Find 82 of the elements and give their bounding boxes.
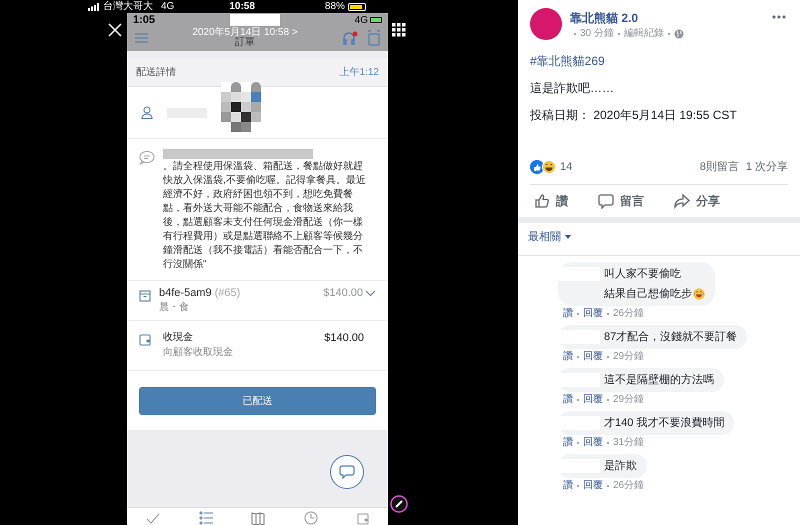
reply-link[interactable]: 回覆 (583, 438, 603, 448)
close-icon[interactable] (108, 23, 122, 37)
caret-icon (565, 234, 571, 239)
order-price: $140.00 (323, 288, 363, 299)
clock-time: 10:58 (229, 0, 255, 12)
phone-network: 4G (354, 14, 368, 28)
phone-battery-icon (370, 17, 382, 23)
redaction-block (230, 14, 280, 26)
comment-action-button[interactable]: 留言 (598, 192, 644, 210)
section-time: 上午1:12 (340, 66, 379, 80)
order-date: 2020年5月14日 10:58 > (192, 28, 298, 38)
grid-icon[interactable] (392, 23, 406, 37)
comment-time[interactable]: 29分鐘 (613, 395, 644, 405)
payment-subtitle: 向顧客收取現金 (163, 348, 234, 358)
section-title: 配送詳情 (136, 66, 176, 80)
speech-bubble-icon (139, 151, 155, 165)
comment-time[interactable]: 29分鐘 (613, 352, 644, 362)
clock-icon[interactable] (304, 511, 318, 525)
laughing-emoji-icon (693, 288, 705, 300)
map-icon[interactable] (251, 512, 266, 525)
globe-icon (674, 29, 684, 39)
order-id: b4fe-5am9 (159, 288, 212, 299)
battery-icon (348, 2, 366, 10)
payment-title: 收現金 (163, 333, 193, 344)
wallet-icon[interactable] (356, 513, 369, 525)
page-logo (530, 8, 562, 40)
share-count[interactable]: 1 次分享 (746, 159, 788, 176)
delivered-button[interactable]: 已配送 (139, 387, 376, 415)
comment-time[interactable]: 26分鐘 (613, 309, 644, 319)
more-options-icon[interactable] (772, 15, 786, 19)
post-time[interactable]: 30 分鐘 (580, 29, 614, 39)
like-action-button[interactable]: 讚 (534, 192, 568, 210)
wallet-icon (139, 334, 151, 346)
like-link[interactable]: 讚 (563, 395, 573, 405)
edit-history-link[interactable]: 編輯紀錄 (624, 29, 664, 39)
share-arrow-icon (674, 192, 690, 208)
comment-time[interactable]: 26分鐘 (613, 481, 644, 491)
comment-text: 才140 我才不要浪費時間 (604, 416, 724, 430)
phone-clock: 1:05 (133, 13, 156, 28)
like-link[interactable]: 讚 (563, 352, 573, 362)
list-icon[interactable] (198, 511, 213, 525)
comment-count[interactable]: 8則留言 (700, 159, 739, 176)
signal-icon (88, 2, 100, 10)
order-number: (#65) (214, 288, 240, 299)
comment-time[interactable]: 31分鐘 (613, 438, 644, 448)
person-icon (141, 106, 153, 119)
reply-link[interactable]: 回覆 (583, 395, 603, 405)
like-link[interactable]: 讚 (563, 481, 573, 491)
page-name[interactable]: 靠北熊貓 2.0 (570, 12, 684, 24)
page-title: 訂單 (234, 38, 255, 48)
chat-icon (339, 465, 355, 479)
sort-dropdown[interactable]: 最相關 (528, 228, 571, 245)
chat-button[interactable] (330, 455, 364, 489)
hashtag-link[interactable]: #靠北熊貓269 (530, 55, 788, 67)
comment-text: 是詐欺 (604, 459, 637, 473)
checkmark-icon[interactable] (146, 513, 160, 525)
store-name: 晨・食 (159, 303, 190, 313)
post-text: 投稿日期： 2020年5月14日 19:55 CST (530, 109, 738, 121)
share-action-button[interactable]: 分享 (674, 192, 720, 210)
comment-text: 叫人家不要偷吃 (604, 267, 681, 281)
haha-reaction-icon (542, 160, 556, 174)
reply-link[interactable]: 回覆 (583, 309, 603, 319)
like-link[interactable]: 讚 (563, 438, 573, 448)
chevron-down-icon[interactable] (365, 290, 376, 297)
comment-text: 結果自己想偷吃步 (604, 287, 692, 301)
comment-text: 這不是隔壁棚的方法嗎 (604, 373, 714, 387)
battery-percent: 88% (324, 0, 345, 12)
like-link[interactable]: 讚 (563, 309, 573, 319)
order-note: 。請全程使用保溫袋、箱配送，餐點做好就趕快放入保溫袋,不要偷吃喔。記得拿餐具。最近經濟不好，政府紓困也領不到，想吃免費餐點，看外送大哥能不能配合，食物送來給我後，點選顧客未支付任何現金滑配送（你一樣有行程費用）或是點選聯絡不上顧客等候幾分鐘滑配送（我不接電話）看能否配合一下，不行沒關係" (163, 160, 367, 272)
speech-bubble-icon (598, 192, 614, 208)
comment-text: 87才配合，沒錢就不要訂餐 (604, 330, 738, 344)
reply-link[interactable]: 回覆 (583, 481, 603, 491)
post-text: 這是詐欺吧…… (530, 82, 615, 94)
reaction-count[interactable]: 14 (560, 159, 572, 176)
reply-link[interactable]: 回覆 (583, 352, 603, 362)
edit-icon[interactable] (390, 495, 408, 513)
like-reaction-icon (530, 160, 544, 174)
bag-icon (139, 290, 151, 302)
payment-amount: $140.00 (324, 333, 364, 344)
thumbs-up-icon (534, 192, 550, 208)
carrier-name: 台灣大哥大 (103, 0, 153, 12)
network-type: 4G (161, 0, 174, 12)
